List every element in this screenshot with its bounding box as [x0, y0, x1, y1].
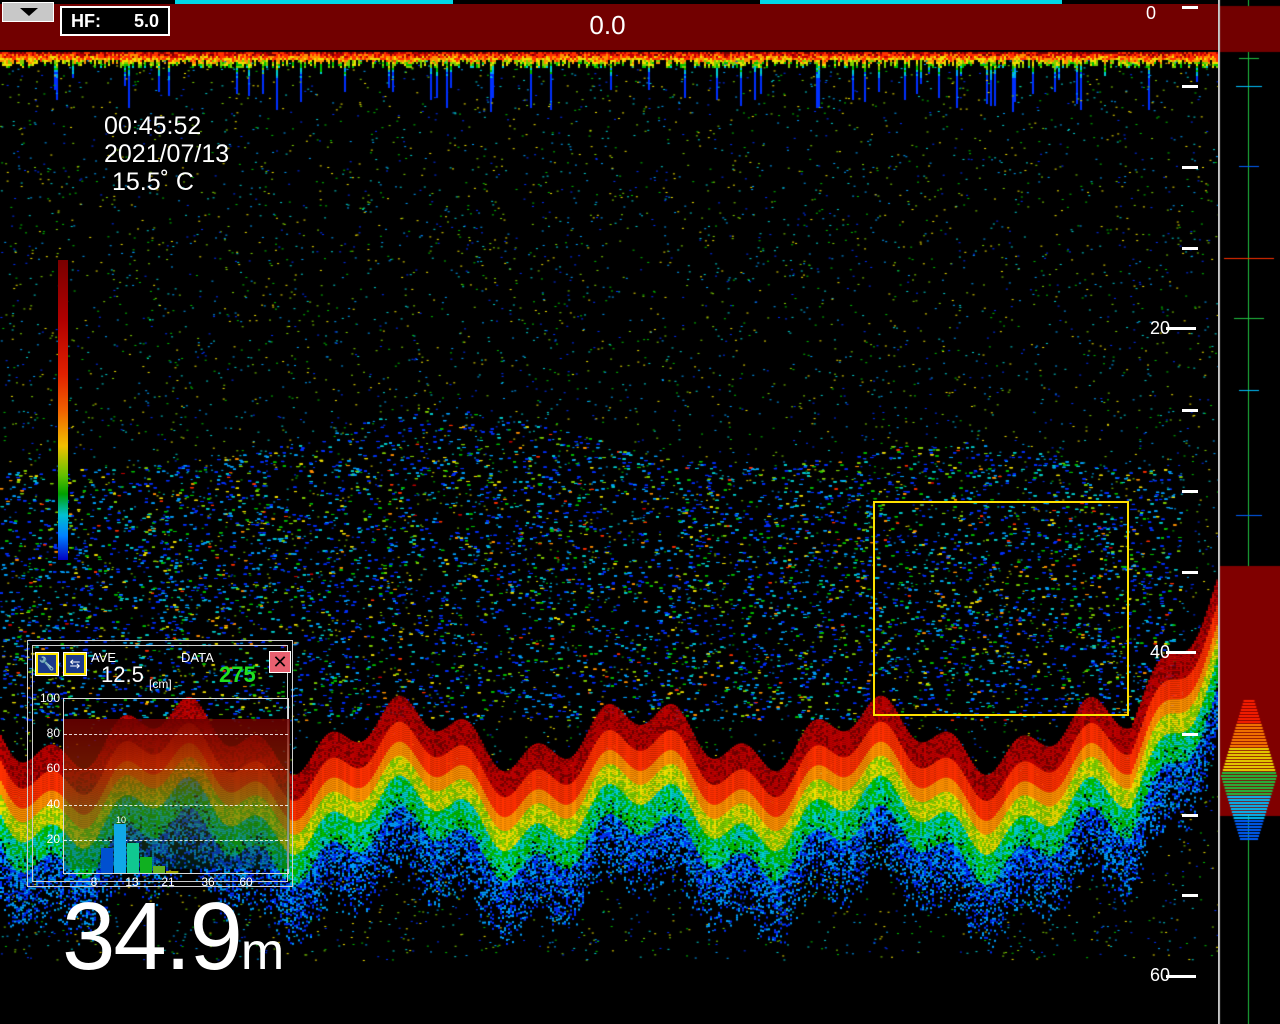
histogram-bar	[101, 848, 113, 873]
temperature-readout: 15.5˚ C	[112, 168, 194, 196]
depth-tick	[1182, 409, 1198, 412]
depth-tick-major	[1166, 975, 1196, 978]
histogram-x-tick: 36	[201, 875, 215, 889]
depth-tick	[1182, 733, 1198, 736]
depth-tick	[1182, 894, 1198, 897]
histogram-x-tick: 13	[125, 875, 139, 889]
histogram-bar	[166, 871, 178, 873]
histogram-gridline	[64, 734, 288, 736]
histogram-echo-overlay	[64, 719, 290, 869]
a-scope-display	[1218, 0, 1280, 1024]
hf-value: 5.0	[133, 11, 159, 31]
wrench-icon: 🔧	[38, 655, 56, 673]
histogram-gridline	[64, 804, 288, 806]
selection-box[interactable]	[873, 501, 1129, 716]
histogram-gridline	[64, 839, 288, 841]
histogram-gridline	[64, 769, 288, 771]
ave-value: 12.5	[101, 662, 144, 687]
histogram-x-tick: 8	[90, 875, 98, 889]
swap-button[interactable]: ⇆	[63, 652, 87, 676]
fish-size-panel-frame: 🔧 ⇆ AVE 12.5 [cm] DATA 275 ✕ 20 40 60 80 100…	[32, 645, 291, 889]
ave-unit: [cm]	[149, 677, 172, 691]
depth-tick	[1182, 490, 1198, 493]
histogram-y-tick: 100	[39, 691, 60, 705]
histogram-peak-label: 10	[116, 814, 127, 825]
range-indicator-left	[175, 0, 453, 4]
settings-button[interactable]: 🔧	[35, 652, 59, 676]
data-label: DATA	[181, 650, 214, 665]
current-depth-value: 34.9	[62, 883, 243, 990]
time-readout: 00:45:52	[104, 112, 202, 140]
depth-tick-major	[1166, 327, 1196, 330]
depth-tick	[1182, 166, 1198, 169]
fish-size-panel: 🔧 ⇆ AVE 12.5 [cm] DATA 275 ✕ 20 40 60 80 100…	[27, 640, 293, 889]
histogram-y-tick: 60	[46, 761, 60, 776]
depth-tick	[1182, 247, 1198, 250]
menu-dropdown-button[interactable]	[2, 2, 54, 22]
histogram-x-tick: 60	[239, 875, 253, 889]
depth-tick	[1182, 6, 1198, 9]
color-scale-bar	[58, 260, 68, 560]
histogram-bar	[153, 865, 165, 873]
current-depth-readout: 34.9m	[62, 887, 284, 1002]
date-readout: 2021/07/13	[104, 140, 230, 168]
histogram-bar	[114, 823, 126, 873]
histogram-y-tick: 80	[46, 726, 60, 741]
depth-tick	[1182, 571, 1198, 574]
depth-tick-major	[1166, 651, 1196, 654]
header-center-value: 0.0	[589, 10, 626, 40]
hf-label: HF:	[71, 11, 101, 31]
frequency-box[interactable]: HF: 5.0	[60, 6, 170, 36]
histogram-bar	[140, 857, 152, 873]
depth-tick	[1182, 814, 1198, 817]
fish-size-histogram: 20 40 60 80 100 8 13 21 36 60 10	[40, 691, 290, 889]
range-indicator-right	[760, 0, 1062, 4]
depth-label-0: 0	[1145, 3, 1156, 23]
histogram-bar	[127, 843, 139, 873]
swap-arrows-icon: ⇆	[66, 655, 84, 673]
close-icon: ✕	[272, 652, 288, 672]
close-button[interactable]: ✕	[269, 651, 291, 673]
depth-tick	[1182, 85, 1198, 88]
data-value: 275	[219, 662, 256, 687]
histogram-x-tick: 21	[161, 875, 175, 889]
histogram-y-tick: 40	[46, 796, 60, 811]
current-depth-unit: m	[240, 923, 285, 981]
histogram-y-tick: 20	[46, 831, 60, 846]
